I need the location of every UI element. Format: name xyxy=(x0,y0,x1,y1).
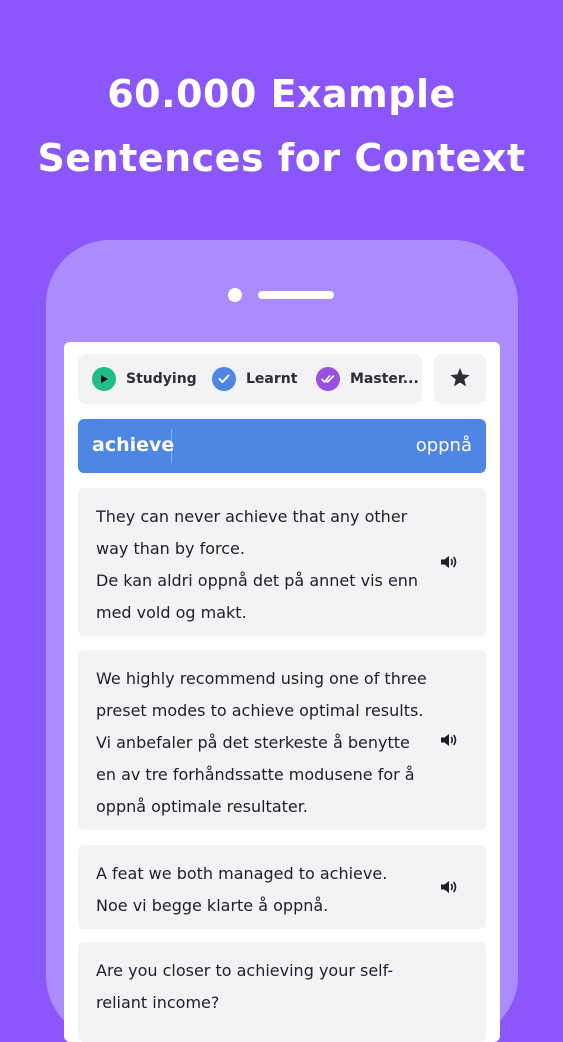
filter-studying[interactable]: Studying xyxy=(92,367,197,391)
filter-learnt[interactable]: Learnt xyxy=(212,367,297,391)
word-translation: oppnå xyxy=(415,435,472,456)
example-card: Are you closer to achieving your self- r… xyxy=(78,942,486,1042)
example-card: We highly recommend using one of three p… xyxy=(78,650,486,830)
word-term: achieve xyxy=(92,434,175,456)
speaker-icon[interactable] xyxy=(440,554,458,570)
speaker-bar xyxy=(258,291,334,299)
example-line: reliant income? xyxy=(96,993,220,1012)
double-check-icon xyxy=(316,367,340,391)
speaker-icon[interactable] xyxy=(440,879,458,895)
camera-dot xyxy=(228,288,242,302)
status-filter-bar: Studying Learnt Master... xyxy=(78,354,422,404)
filter-studying-label: Studying xyxy=(126,371,197,387)
speaker-icon[interactable] xyxy=(440,732,458,748)
example-line: oppnå optimale resultater. xyxy=(96,797,308,816)
example-line: Noe vi begge klarte å oppnå. xyxy=(96,896,329,915)
example-line: Vi anbefaler på det sterkeste å benytte xyxy=(96,733,410,752)
example-line: Are you closer to achieving your self- xyxy=(96,961,394,980)
play-icon xyxy=(92,367,116,391)
headline-line-2: Sentences for Context xyxy=(37,136,526,180)
example-line: De kan aldri oppnå det på annet vis enn xyxy=(96,571,419,590)
example-line: preset modes to achieve optimal results. xyxy=(96,701,424,720)
example-line: way than by force. xyxy=(96,539,245,558)
example-text: They can never achieve that any other wa… xyxy=(96,501,426,629)
example-card: A feat we both managed to achieve. Noe v… xyxy=(78,845,486,929)
example-line: We highly recommend using one of three xyxy=(96,669,427,688)
favorite-button[interactable] xyxy=(434,354,486,404)
filter-mastered-label: Master... xyxy=(350,371,419,387)
word-header: achieve oppnå xyxy=(78,419,486,473)
word-divider xyxy=(171,429,172,463)
check-icon xyxy=(212,367,236,391)
example-line: A feat we both managed to achieve. xyxy=(96,864,388,883)
example-text: We highly recommend using one of three p… xyxy=(96,663,427,823)
app-screen: Studying Learnt Master... achieve oppnå … xyxy=(64,342,500,1042)
example-line: They can never achieve that any other xyxy=(96,507,408,526)
filter-mastered[interactable]: Master... xyxy=(316,367,419,391)
example-text: Are you closer to achieving your self- r… xyxy=(96,955,426,1019)
headline-line-1: 60.000 Example xyxy=(107,72,456,116)
example-text: A feat we both managed to achieve. Noe v… xyxy=(96,858,426,922)
star-icon xyxy=(449,367,471,392)
filter-learnt-label: Learnt xyxy=(246,371,298,387)
example-line: med vold og makt. xyxy=(96,603,247,622)
example-line: en av tre forhåndssatte modusene for å xyxy=(96,765,415,784)
example-card: They can never achieve that any other wa… xyxy=(78,488,486,636)
headline: 60.000 Example Sentences for Context xyxy=(0,62,563,190)
